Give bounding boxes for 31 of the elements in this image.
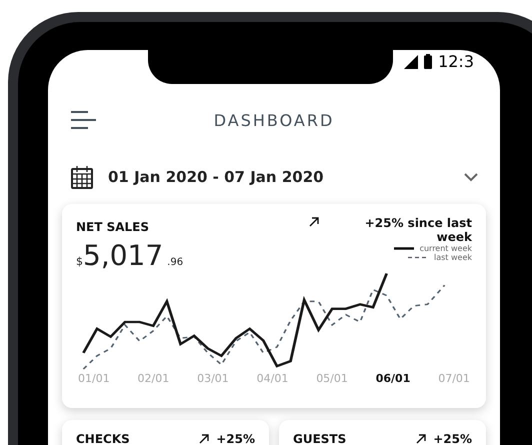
- sales-amount: 5,017: [83, 239, 164, 272]
- legend-label: last week: [434, 253, 472, 262]
- page-title: DASHBOARD: [212, 110, 336, 130]
- date-range-picker[interactable]: 01 Jan 2020 - 07 Jan 2020: [62, 160, 486, 194]
- legend-label: current week: [420, 244, 472, 253]
- axis-label[interactable]: 03/01: [197, 372, 229, 385]
- menu-icon[interactable]: [70, 110, 96, 130]
- axis-label[interactable]: 06/01: [376, 372, 410, 385]
- change-label: +25% since last week: [364, 216, 472, 244]
- axis-label[interactable]: 04/01: [256, 372, 288, 385]
- sales-cents: .96: [167, 257, 184, 268]
- trend-arrow-icon: [415, 433, 428, 445]
- change-label: +25%: [433, 432, 472, 445]
- currency-symbol: $: [76, 255, 83, 268]
- trend-arrow-icon: [198, 433, 210, 445]
- calendar-icon: [70, 165, 94, 189]
- legend-line-icon: [394, 247, 414, 250]
- signal-icon: [404, 54, 418, 68]
- card-title: CHECKS: [76, 432, 130, 445]
- axis-label[interactable]: 01/01: [78, 372, 110, 385]
- card-title: GUESTS: [293, 432, 346, 445]
- axis-label[interactable]: 05/01: [316, 372, 348, 385]
- legend-line-icon: [408, 256, 428, 259]
- axis-label[interactable]: 07/01: [438, 372, 470, 385]
- battery-icon: [424, 54, 432, 69]
- clock: 12:3: [438, 52, 474, 71]
- card-title: NET SALES: [76, 220, 150, 234]
- chevron-icon: [464, 172, 478, 182]
- change-label: +25%: [216, 432, 255, 445]
- axis-label[interactable]: 02/01: [138, 372, 170, 385]
- trend-arrow-icon: [308, 216, 320, 228]
